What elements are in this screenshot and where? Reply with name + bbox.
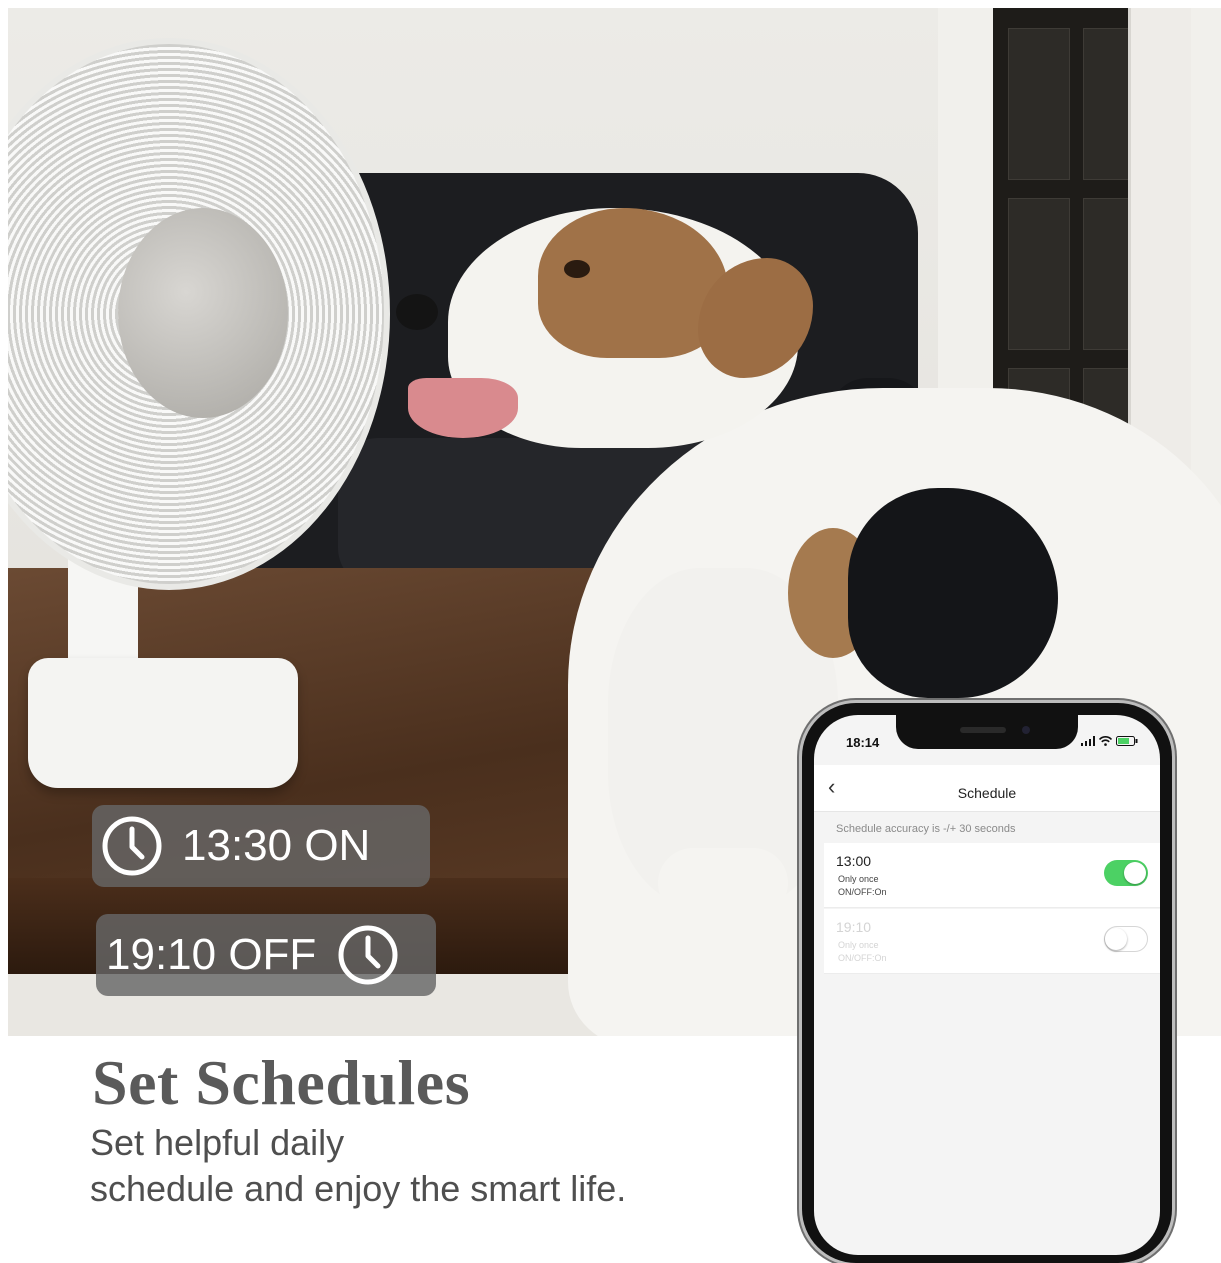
schedule-time: 19:10 [836,919,872,935]
signal-icon [1081,736,1095,746]
nav-title: Schedule [957,785,1017,801]
status-time: 18:14 [846,735,880,750]
fan-base [28,658,298,788]
schedule-repeat: Only once [838,874,879,884]
schedule-repeat: Only once [838,940,879,950]
schedule-row[interactable]: 13:00 Only once ON/OFF:On [824,843,1160,908]
phone-screen: 18:14 ‹ Schedule Schedule accuracy is -/… [814,715,1160,1255]
accuracy-note: Schedule accuracy is -/+ 30 seconds [836,823,1016,835]
dog-eye [564,260,590,278]
schedule-action: ON/OFF:On [838,953,887,963]
clock-icon [338,925,398,985]
wifi-icon [1099,736,1112,746]
battery-icon [1116,736,1138,746]
schedule-time: 13:00 [836,853,872,869]
phone-notch [896,715,1078,749]
nav-bar: ‹ Schedule [814,765,1160,812]
phone-mockup: 18:14 ‹ Schedule Schedule accuracy is -/… [802,703,1172,1263]
dog-tongue [408,378,518,438]
fan-hub [118,208,288,418]
dog-paw [658,848,788,918]
status-icons [1081,736,1138,746]
schedule-toggle[interactable] [1104,926,1148,952]
schedule-toggle[interactable] [1104,860,1148,886]
schedule-on-badge: 13:30 ON [92,805,430,887]
caption-line-1: Set helpful daily [90,1122,345,1163]
toggle-knob [1105,928,1127,950]
caption-title: Set Schedules [92,1047,471,1118]
dog-nose [396,294,438,330]
speaker-grille [960,727,1006,733]
schedule-row[interactable]: 19:10 Only once ON/OFF:On [824,909,1160,974]
schedule-on-text: 13:30 ON [182,821,371,870]
toggle-knob [1124,862,1146,884]
schedule-off-text: 19:10 OFF [106,930,317,979]
clock-icon [102,816,162,876]
schedule-action: ON/OFF:On [838,887,887,897]
front-camera [1022,726,1030,734]
caption-line-2: schedule and enjoy the smart life. [90,1168,627,1209]
schedule-off-badge: 19:10 OFF [96,914,436,996]
